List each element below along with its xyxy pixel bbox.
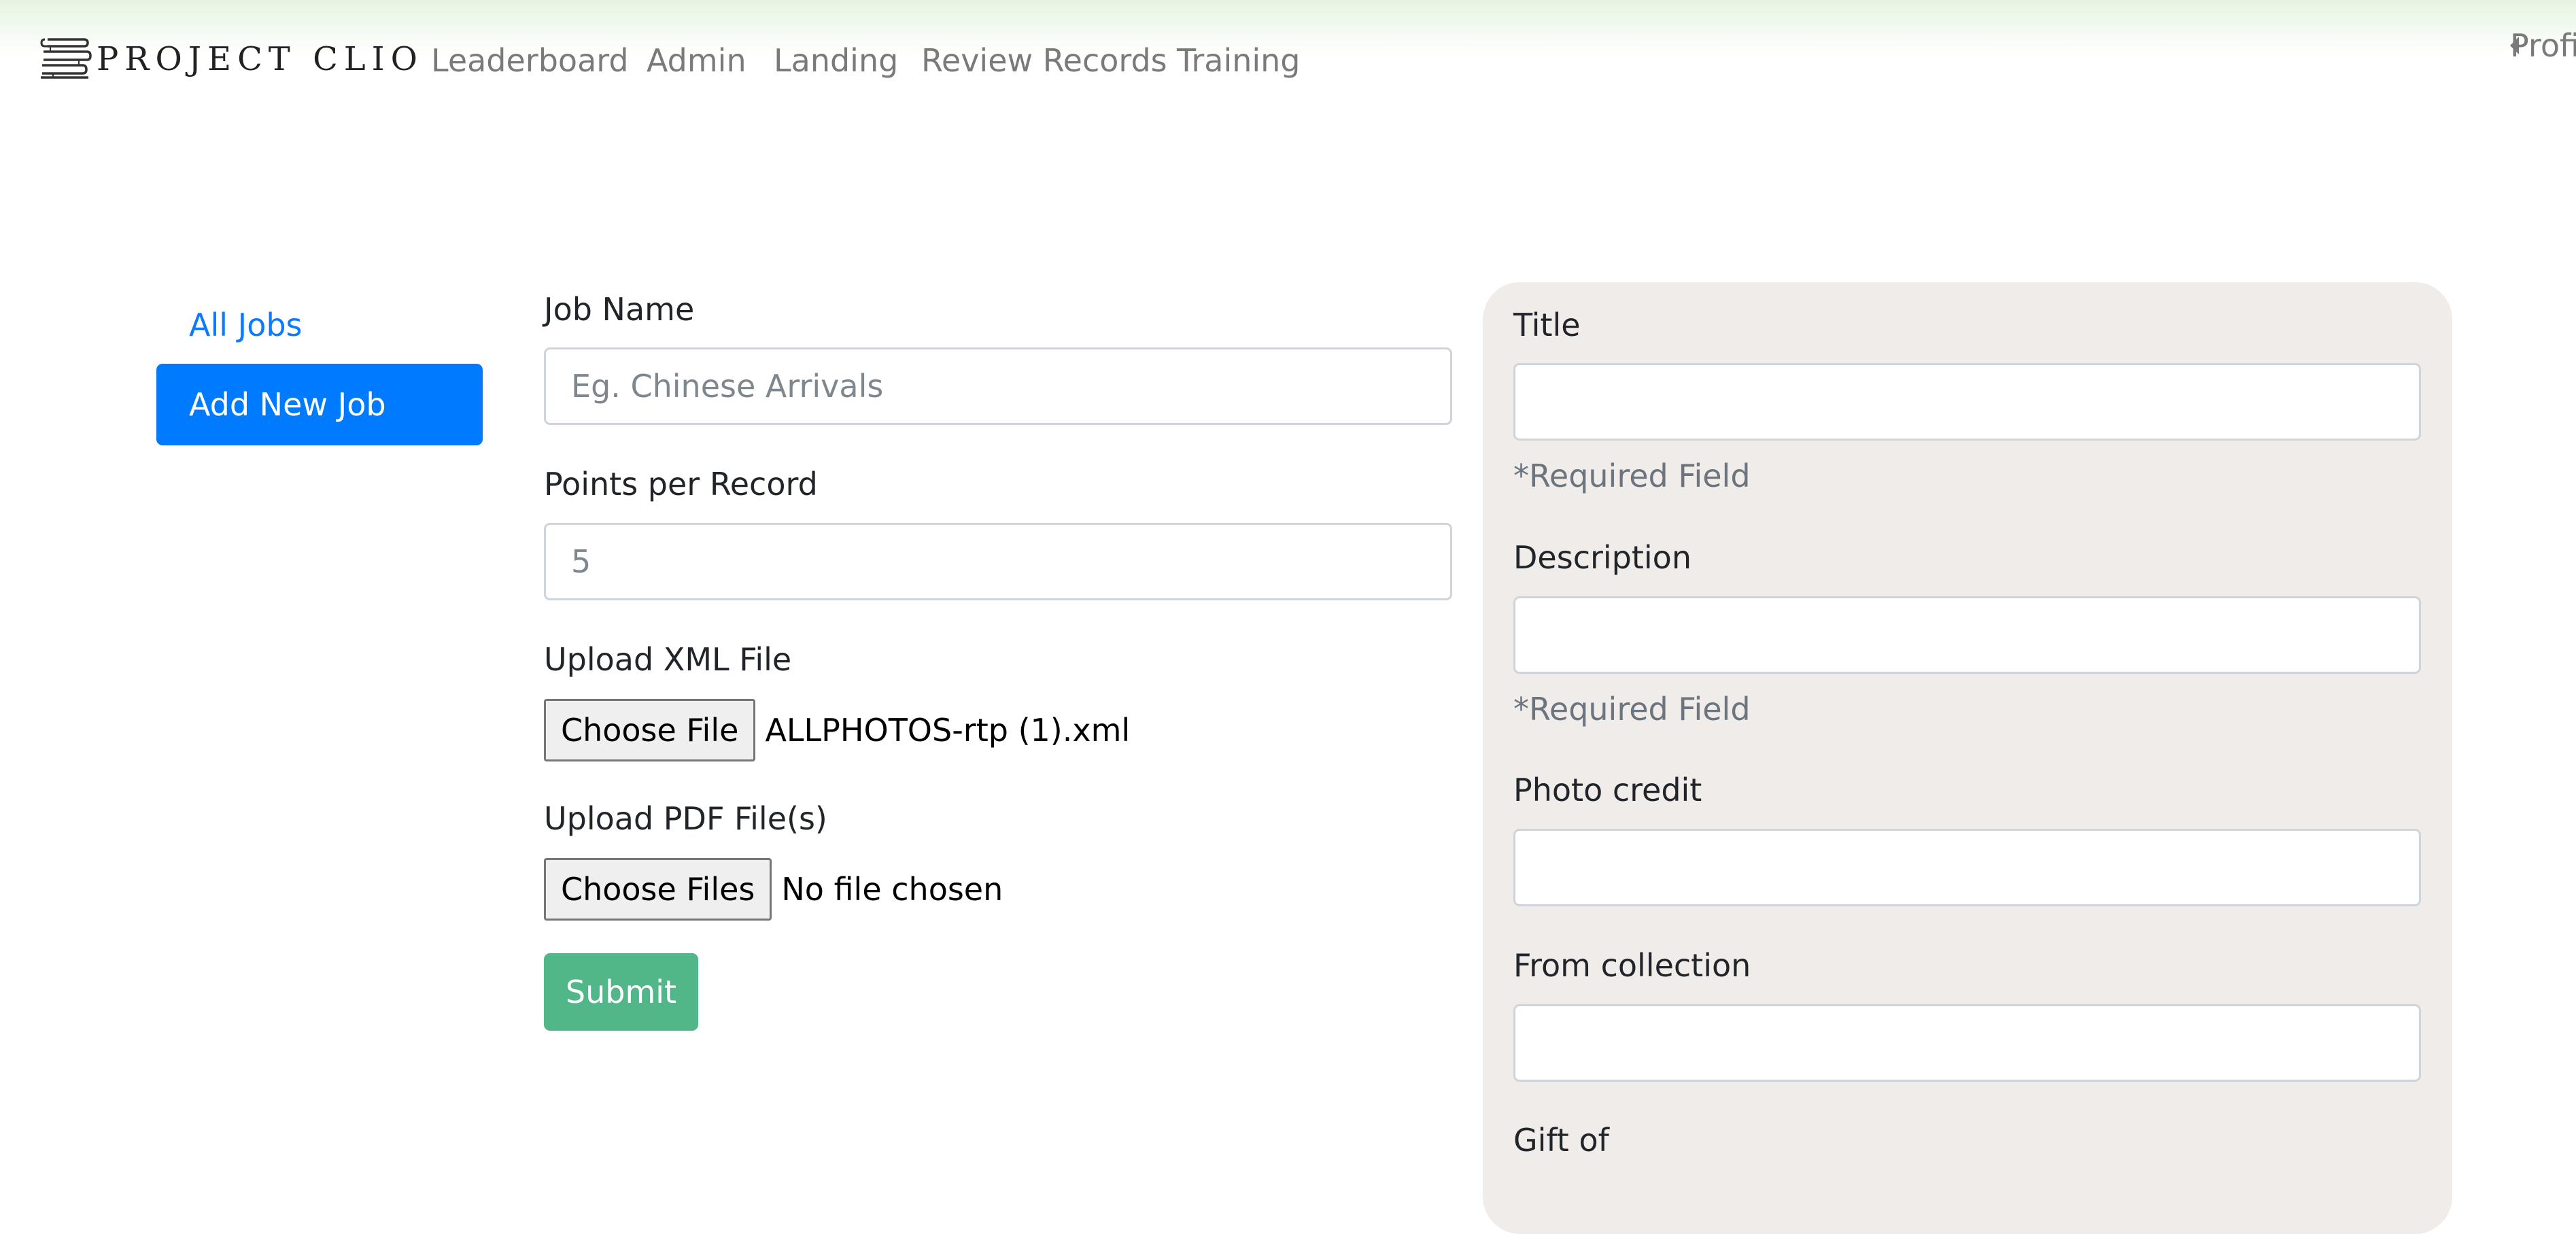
brand-name: PROJECT CLIO <box>97 40 424 78</box>
sidebar-item-add-new-job[interactable]: Add New Job <box>156 364 483 445</box>
from-collection-field-input[interactable] <box>1513 1004 2421 1082</box>
nav-leaderboard[interactable]: Leaderboard <box>431 37 629 84</box>
points-label: Points per Record <box>544 466 818 502</box>
nav-review-records[interactable]: Review Records <box>921 37 1167 84</box>
nav-landing[interactable]: Landing <box>774 37 898 84</box>
points-input[interactable] <box>544 523 1452 600</box>
sidebar-item-all-jobs[interactable]: All Jobs <box>156 284 483 366</box>
submit-button[interactable]: Submit <box>544 953 698 1031</box>
profile-label: Profile <box>2510 27 2576 64</box>
stacked-books-icon <box>40 38 92 79</box>
description-required-hint: *Required Field <box>1513 691 1751 727</box>
xml-file-input: Choose File ALLPHOTOS-rtp (1).xml <box>544 699 1130 761</box>
pdf-file-name: No file chosen <box>781 871 1003 908</box>
title-field-input[interactable] <box>1513 363 2421 441</box>
photo-credit-field-label: Photo credit <box>1513 772 1702 808</box>
gift-of-field-label: Gift of <box>1513 1122 1609 1159</box>
pdf-upload-label: Upload PDF File(s) <box>544 800 827 837</box>
brand[interactable]: PROJECT CLIO <box>38 35 424 83</box>
navbar: PROJECT CLIO Leaderboard Admin Landing R… <box>0 0 2576 122</box>
job-name-label: Job Name <box>544 291 695 328</box>
from-collection-field-label: From collection <box>1513 947 1751 984</box>
profile-dropdown[interactable]: Profile <box>2510 27 2576 64</box>
xml-file-name: ALLPHOTOS-rtp (1).xml <box>765 712 1131 749</box>
description-field-label: Description <box>1513 539 1691 576</box>
title-field-label: Title <box>1513 307 1581 343</box>
nav-admin[interactable]: Admin <box>647 37 746 84</box>
pdf-file-input: Choose Files No file chosen <box>544 858 1003 921</box>
nav-training[interactable]: Training <box>1177 37 1301 84</box>
job-name-input[interactable] <box>544 347 1452 425</box>
title-required-hint: *Required Field <box>1513 458 1751 494</box>
xml-upload-label: Upload XML File <box>544 641 792 678</box>
choose-pdf-files-button[interactable]: Choose Files <box>544 858 772 921</box>
description-field-input[interactable] <box>1513 596 2421 674</box>
photo-credit-field-input[interactable] <box>1513 829 2421 906</box>
choose-xml-file-button[interactable]: Choose File <box>544 699 756 761</box>
